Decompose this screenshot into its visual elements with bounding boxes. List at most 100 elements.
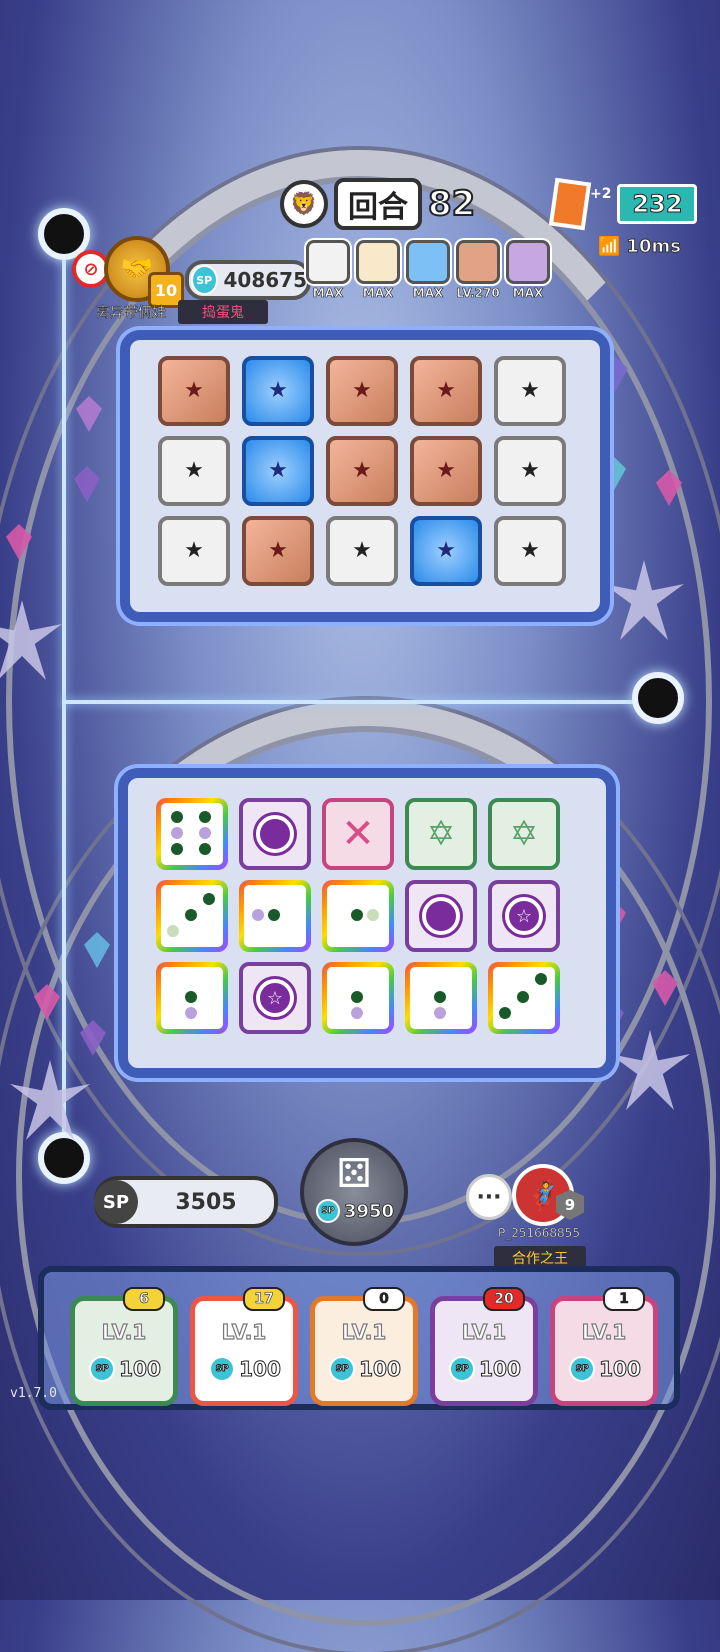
- card-counter: +2 232: [548, 177, 698, 231]
- star-icon: ★: [352, 538, 372, 563]
- pip: [434, 991, 446, 1003]
- slot-cost: SP 100: [567, 1356, 641, 1382]
- player-die-green[interactable]: ✡: [405, 798, 477, 870]
- pip: [351, 991, 363, 1003]
- chat-button[interactable]: ···: [466, 1174, 512, 1220]
- opponent-die-gun: ★: [158, 436, 230, 506]
- star-icon: ★: [268, 458, 288, 483]
- opponent-die-moon: ★: [410, 516, 482, 586]
- deck-slot-orange[interactable]: 0 LV.1 SP 100: [310, 1287, 418, 1406]
- pip: [367, 909, 379, 921]
- pip: [517, 991, 529, 1003]
- slot-cost: SP 100: [327, 1356, 401, 1382]
- player-die-rainbow[interactable]: [239, 880, 311, 952]
- card-count: 232: [617, 184, 698, 224]
- player-sp-display: SP 3505: [94, 1176, 278, 1228]
- pip: [185, 991, 197, 1003]
- slot-cost: SP 100: [447, 1356, 521, 1382]
- round-indicator: 🦁 回合 82: [280, 178, 476, 230]
- portal-icon: [632, 672, 684, 724]
- player-die-rainbow[interactable]: [488, 962, 560, 1034]
- pip: [268, 909, 280, 921]
- opponent-sp-value: 408675: [223, 268, 308, 292]
- opponent-die-gun: ★: [494, 516, 566, 586]
- player-die-purple[interactable]: [239, 798, 311, 870]
- deck-level: MAX: [362, 286, 394, 301]
- player-die-purple[interactable]: ☆: [488, 880, 560, 952]
- slot-level: LV.1: [221, 1319, 267, 1344]
- player-die-rainbow[interactable]: [156, 880, 228, 952]
- sp-icon: SP: [329, 1356, 356, 1382]
- wifi-icon: 📶: [597, 236, 621, 258]
- slot-level: LV.1: [581, 1319, 627, 1344]
- star-icon: ★: [352, 378, 372, 403]
- sp-icon: SP: [209, 1356, 236, 1382]
- player-die-purple[interactable]: [405, 880, 477, 952]
- opponent-die-gun: ★: [326, 516, 398, 586]
- round-number: 82: [427, 183, 476, 225]
- pip: [499, 1007, 511, 1019]
- opponent-die-gun: ★: [158, 516, 230, 586]
- pip: [199, 843, 211, 855]
- deck-level: LV.270: [456, 286, 500, 301]
- opponent-deck-item: MAX: [406, 240, 450, 300]
- opponent-board: ★ ★ ★ ★ ★ ★ ★ ★ ★ ★ ★ ★ ★ ★ ★: [120, 330, 610, 622]
- player-die-green[interactable]: ✡: [488, 798, 560, 870]
- deck-slot-green[interactable]: 6 LV.1 SP 100: [70, 1287, 178, 1406]
- lion-icon: 🦁: [280, 180, 328, 228]
- opponent-deck-item: MAX: [506, 240, 550, 300]
- star-icon: ★: [520, 458, 540, 483]
- player-die-rainbow[interactable]: [156, 798, 228, 870]
- opponent-dice-grid: ★ ★ ★ ★ ★ ★ ★ ★ ★ ★ ★ ★ ★ ★ ★: [158, 356, 566, 586]
- sp-icon: SP: [449, 1356, 476, 1382]
- player-deck-bar: 6 LV.1 SP 100 17 LV.1 SP 100 0 LV.1 SP 100 …: [38, 1266, 680, 1410]
- player-die-rainbow[interactable]: [156, 962, 228, 1034]
- player-die-rainbow[interactable]: [322, 880, 394, 952]
- player-die-rainbow[interactable]: [405, 962, 477, 1034]
- pip: [535, 973, 547, 985]
- opponent-deck-item: LV.270: [456, 240, 500, 300]
- summon-dice-button[interactable]: ⚄ SP 3950: [300, 1138, 408, 1246]
- pip: [199, 827, 211, 839]
- pip: [434, 1007, 446, 1019]
- deck-slot-rainbow[interactable]: 17 LV.1 SP 100: [190, 1287, 298, 1406]
- opponent-die-moon: ★: [242, 356, 314, 426]
- slot-cost: SP 100: [207, 1356, 281, 1382]
- opponent-die-moon: ★: [242, 436, 314, 506]
- star-icon: ★: [436, 378, 456, 403]
- star-orb-icon: ☆: [505, 897, 543, 935]
- deck-slot-pink[interactable]: 1 LV.1 SP 100: [550, 1287, 658, 1406]
- slot-cost-value: 100: [479, 1357, 522, 1382]
- star-orb-icon: ☆: [256, 979, 294, 1017]
- pip: [171, 811, 183, 823]
- dice-icon: ⚄: [336, 1151, 372, 1197]
- deck-level: MAX: [412, 286, 444, 301]
- star-icon: ★: [352, 458, 372, 483]
- opponent-die-shard: ★: [326, 356, 398, 426]
- opponent-die-shard: ★: [158, 356, 230, 426]
- star-icon: ★: [520, 378, 540, 403]
- sp-icon: SP: [315, 1199, 340, 1223]
- sp-icon: SP: [94, 1180, 138, 1224]
- player-die-purple[interactable]: ☆: [239, 962, 311, 1034]
- slot-count-badge: 1: [603, 1287, 645, 1311]
- energy-line-horizontal: [62, 700, 662, 704]
- deck-level: MAX: [512, 286, 544, 301]
- star-icon: ★: [268, 538, 288, 563]
- player-die-pink[interactable]: ✕: [322, 798, 394, 870]
- pip: [199, 811, 211, 823]
- sp-icon: SP: [89, 1356, 116, 1382]
- deck-slot-purple[interactable]: 20 LV.1 SP 100: [430, 1287, 538, 1406]
- slot-cost: SP 100: [87, 1356, 161, 1382]
- star-icon: ★: [184, 458, 204, 483]
- opponent-deck-item: MAX: [306, 240, 350, 300]
- pip: [351, 1007, 363, 1019]
- pip: [351, 909, 363, 921]
- opponent-deck: MAX MAX MAX LV.270 MAX: [306, 240, 550, 300]
- player-die-rainbow[interactable]: [322, 962, 394, 1034]
- star-icon: ★: [436, 458, 456, 483]
- portal-icon: [38, 1132, 90, 1184]
- ping-value: 10ms: [626, 236, 682, 258]
- slot-level: LV.1: [101, 1319, 147, 1344]
- shard-dice-icon: [456, 240, 500, 284]
